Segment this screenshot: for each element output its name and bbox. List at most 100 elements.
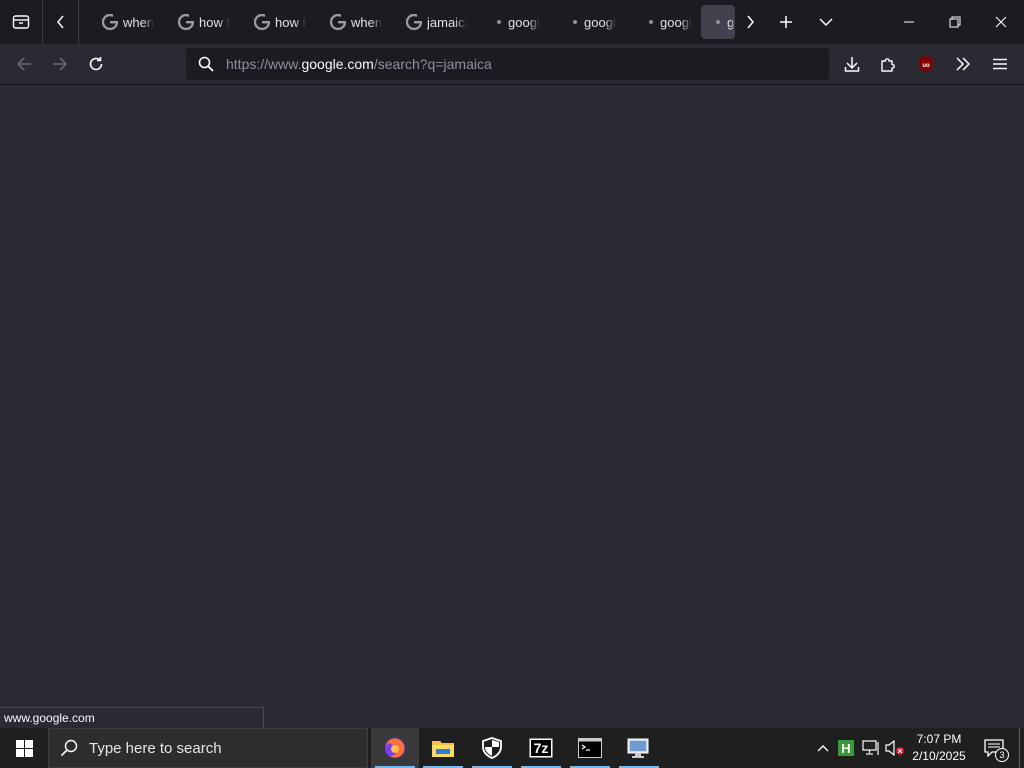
show-desktop-button[interactable] <box>1019 728 1024 768</box>
tab-label: how t <box>199 14 231 30</box>
svg-text:H: H <box>841 741 850 756</box>
minimize-icon <box>904 21 914 23</box>
firefox-view-icon <box>12 15 30 29</box>
tab-label: googl <box>508 14 540 30</box>
taskbar-app-windows-security[interactable] <box>468 728 516 768</box>
tab-label: how t <box>275 14 307 30</box>
close-window-button[interactable] <box>978 0 1024 44</box>
chevron-down-icon <box>819 18 833 27</box>
url-bar[interactable]: https://www.google.com/search?q=jamaica <box>186 48 829 80</box>
network-icon <box>862 740 879 755</box>
tab-label: googl <box>584 14 616 30</box>
search-placeholder: Type here to search <box>89 739 222 757</box>
tab[interactable]: googl <box>558 5 630 39</box>
tray-hwinfo[interactable]: H <box>836 728 856 768</box>
taskbar-app-firefox[interactable] <box>371 728 419 768</box>
taskbar-app-terminal[interactable] <box>566 728 614 768</box>
page-content <box>0 85 1024 728</box>
arrow-right-icon <box>53 57 68 71</box>
reload-button[interactable] <box>80 48 112 80</box>
forward-button[interactable] <box>44 48 76 80</box>
restore-icon <box>949 16 961 28</box>
file-explorer-icon <box>432 741 454 757</box>
download-icon <box>844 57 860 72</box>
tab-strip: when how t how t when jamaica googl goog… <box>0 0 1024 44</box>
windows-security-icon <box>482 737 502 759</box>
tab-label: when <box>123 14 155 30</box>
url-text[interactable]: https://www.google.com/search?q=jamaica <box>226 56 492 72</box>
taskbar-app-7zip[interactable]: 7z <box>517 728 565 768</box>
show-hidden-icons-button[interactable] <box>813 728 833 768</box>
navigation-toolbar: https://www.google.com/search?q=jamaica … <box>0 44 1024 85</box>
google-favicon-icon <box>330 14 346 30</box>
app-menu-button[interactable] <box>984 48 1016 80</box>
windows-logo-icon <box>15 739 33 757</box>
terminal-icon <box>578 738 602 758</box>
remote-desktop-icon <box>627 738 649 758</box>
windows-taskbar: Type here to search 7z H 7:07 PM 2/10/20… <box>0 728 1024 768</box>
link-status-panel: www.google.com <box>0 707 264 728</box>
ublock-origin-button[interactable]: uo <box>910 48 942 80</box>
google-favicon-icon <box>254 14 270 30</box>
more-tools-button[interactable] <box>947 48 979 80</box>
tab-label: g <box>727 14 735 30</box>
chevron-up-icon <box>817 745 829 752</box>
tab[interactable]: when <box>320 5 392 39</box>
chevron-left-icon <box>57 15 64 29</box>
tab-strip-divider <box>42 0 43 44</box>
clock-time: 7:07 PM <box>916 732 962 746</box>
firefox-icon <box>385 738 405 758</box>
list-all-tabs-button[interactable] <box>810 0 842 44</box>
puzzle-piece-icon <box>881 58 895 72</box>
loading-dot-icon <box>649 20 653 24</box>
extensions-button[interactable] <box>872 48 904 80</box>
url-prefix: https://www. <box>226 56 302 72</box>
close-icon <box>995 16 1007 28</box>
minimize-button[interactable] <box>886 0 932 44</box>
tab-label: jamaica <box>427 14 468 30</box>
url-path: /search?q=jamaica <box>373 56 492 72</box>
tab-active[interactable]: g <box>701 5 735 39</box>
taskbar-app-file-explorer[interactable] <box>419 728 467 768</box>
loading-dot-icon <box>716 20 720 24</box>
reload-icon <box>89 57 103 71</box>
google-favicon-icon <box>178 14 194 30</box>
url-host: google.com <box>301 56 374 72</box>
notification-count-badge: 3 <box>995 748 1009 762</box>
scroll-tabs-right-button[interactable] <box>735 0 765 44</box>
loading-dot-icon <box>497 20 501 24</box>
volume-muted-icon <box>885 740 904 756</box>
tab[interactable]: googl <box>634 5 706 39</box>
tab-label: when <box>351 14 383 30</box>
taskbar-clock[interactable]: 7:07 PM 2/10/2025 <box>906 728 972 768</box>
tab-label: googl <box>660 14 692 30</box>
tab[interactable]: how t <box>244 5 316 39</box>
tab[interactable]: when <box>92 5 164 39</box>
chevron-right-icon <box>747 15 754 29</box>
tab[interactable]: googl <box>482 5 554 39</box>
downloads-button[interactable] <box>836 48 868 80</box>
svg-text:uo: uo <box>922 63 930 69</box>
tray-network[interactable] <box>860 728 882 768</box>
loading-dot-icon <box>573 20 577 24</box>
search-icon <box>186 48 226 80</box>
plus-icon <box>780 16 792 28</box>
clock-date: 2/10/2025 <box>912 749 966 763</box>
taskbar-app-remote-desktop[interactable] <box>615 728 663 768</box>
tab-strip-divider <box>78 0 79 44</box>
double-chevron-right-icon <box>956 57 971 71</box>
google-favicon-icon <box>102 14 118 30</box>
start-button[interactable] <box>0 728 48 768</box>
tray-volume[interactable] <box>884 728 906 768</box>
search-icon <box>49 728 89 768</box>
restore-button[interactable] <box>932 0 978 44</box>
new-tab-button[interactable] <box>770 0 802 44</box>
7zip-icon-label: 7z <box>533 740 549 756</box>
tab[interactable]: jamaica <box>396 5 468 39</box>
tab[interactable]: how t <box>168 5 240 39</box>
back-button[interactable] <box>8 48 40 80</box>
firefox-view-button[interactable] <box>0 0 42 44</box>
action-center-button[interactable]: 3 <box>974 728 1014 768</box>
taskbar-search-box[interactable]: Type here to search <box>48 728 368 768</box>
scroll-tabs-left-button[interactable] <box>44 0 78 44</box>
